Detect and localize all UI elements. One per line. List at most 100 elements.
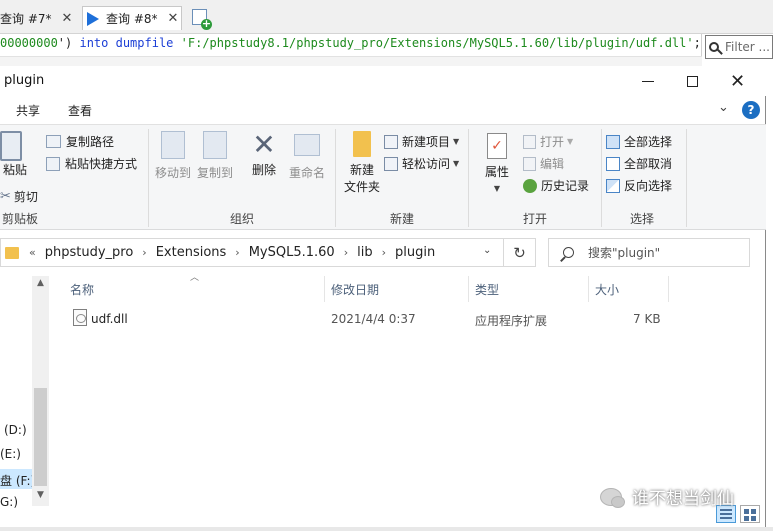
ribbon-group-select: 全部选择 全部取消 反向选择 选择 [602,125,682,231]
edit-label: 编辑 [540,157,565,171]
minimize-button[interactable] [625,66,670,96]
select-none-button[interactable]: 全部取消 [606,155,672,172]
menu-share[interactable]: 共享 [16,102,40,119]
tiles-view-icon[interactable] [740,505,760,523]
maximize-icon [687,75,698,87]
nav-drive-e[interactable]: (E:) [0,447,21,461]
column-divider[interactable] [468,276,469,302]
file-row[interactable]: udf.dll 2021/4/4 0:37 应用程序扩展 7 KB [50,306,766,332]
tab-query-7[interactable]: 查询 #7* ✕ [0,6,80,30]
edit-icon [523,156,536,171]
copy-to-icon [203,131,227,159]
chevron-down-icon[interactable]: ⌄ [483,245,491,256]
breadcrumb-separator[interactable]: › [382,246,386,259]
new-folder-label-2: 文件夹 [343,180,380,194]
paste-shortcut-icon [46,156,60,171]
invert-selection-icon [606,178,620,193]
column-divider[interactable] [324,276,325,302]
tab-query-8[interactable]: 查询 #8* ✕ [82,6,182,30]
ribbon-group-open: ✓ 属性 ▼ 打开 ▼ 编辑 历史记录 打开 [469,125,601,231]
ribbon-group-label-clipboard: 剪贴板 [2,212,39,226]
close-button[interactable]: ✕ [715,66,760,96]
breadcrumb-plugin[interactable]: plugin [395,245,435,260]
move-to-button[interactable]: 移动到 [153,131,193,181]
easy-access-label: 轻松访问 [402,157,451,171]
breadcrumb-extensions[interactable]: Extensions [156,245,227,260]
column-divider[interactable] [668,276,669,302]
nav-scroll-thumb[interactable] [34,388,47,486]
breadcrumb-separator[interactable]: › [142,246,146,259]
breadcrumb-phpstudy-pro[interactable]: phpstudy_pro [45,245,134,260]
address-bar[interactable]: « phpstudy_pro › Extensions › MySQL5.1.6… [0,238,504,267]
menu-view[interactable]: 查看 [68,102,92,119]
new-folder-button[interactable]: 新建 文件夹 [342,131,382,195]
new-query-icon[interactable] [192,9,212,30]
nav-scrollbar[interactable]: ▲ ▼ [32,276,49,506]
select-all-label: 全部选择 [624,135,673,149]
ribbon-group-label-select: 选择 [629,212,654,226]
nav-drive-f[interactable]: 盘 (F:) [0,469,35,489]
file-type: 应用程序扩展 [475,314,548,328]
ribbon-group-clipboard: 粘贴 复制路径 粘贴快捷方式 ✂ 剪切 剪贴板 [0,125,148,231]
help-icon[interactable]: ? [742,101,760,119]
sql-semicolon: ; [693,36,701,50]
column-headers: ︿ 名称 修改日期 类型 大小 [50,273,766,302]
refresh-button[interactable]: ↻ [504,238,536,267]
select-all-button[interactable]: 全部选择 [606,133,672,150]
filter-input[interactable]: Filter ... [705,35,773,59]
column-header-name[interactable]: 名称 [70,281,94,298]
breadcrumb-mysql[interactable]: MySQL5.1.60 [249,245,335,260]
chevron-down-icon: ▼ [453,159,460,168]
column-header-type[interactable]: 类型 [475,281,499,298]
open-button[interactable]: 打开 ▼ [523,133,573,150]
history-button[interactable]: 历史记录 [523,177,589,194]
rename-icon [294,134,320,156]
column-header-size[interactable]: 大小 [595,281,619,298]
paste-shortcut-button[interactable]: 粘贴快捷方式 [46,155,137,172]
scroll-down-icon[interactable]: ▼ [32,490,49,500]
delete-x-icon: ✕ [252,128,276,161]
breadcrumb-separator[interactable]: › [235,246,239,259]
chevron-down-icon[interactable]: ⌄ [718,100,729,115]
close-icon[interactable]: ✕ [168,11,179,26]
delete-button[interactable]: ✕ 删除 [247,129,281,178]
new-item-button[interactable]: 新建项目 ▼ [384,133,459,150]
search-input[interactable]: 搜索"plugin" [548,238,750,267]
paste-button[interactable]: 粘贴 [0,131,30,178]
sort-ascending-icon: ︿ [190,273,200,283]
window-bottom-edge [0,527,773,531]
maximize-button[interactable] [670,66,715,96]
close-icon[interactable]: ✕ [62,11,73,26]
properties-button[interactable]: ✓ 属性 ▼ [479,133,515,194]
cut-button[interactable]: ✂ 剪切 [0,188,38,205]
nav-drive-g[interactable]: G:) [0,495,18,509]
watermark: 谁不想当剑仙 [600,484,734,509]
sql-editor-line[interactable]: 00000000') into dumpfile 'F:/phpstudy8.1… [0,34,702,56]
column-divider[interactable] [588,276,589,302]
nav-drive-d[interactable]: (D:) [4,423,27,437]
invert-selection-button[interactable]: 反向选择 [606,177,672,194]
ribbon-group-new: 新建 文件夹 新建项目 ▼ 轻松访问 ▼ 新建 [336,125,468,231]
chevron-down-icon: ▼ [493,184,501,193]
open-label: 打开 [540,135,565,149]
tab-query-7-label: 查询 #7* [0,11,52,26]
move-to-icon [161,131,185,159]
edit-button[interactable]: 编辑 [523,155,564,172]
copy-path-button[interactable]: 复制路径 [46,133,114,150]
properties-label: 属性 [484,165,509,179]
open-icon [523,134,536,149]
breadcrumb-separator[interactable]: › [344,246,348,259]
copy-to-label: 复制到 [196,166,233,180]
column-header-modified[interactable]: 修改日期 [331,281,379,298]
clipboard-icon [0,131,22,161]
scroll-up-icon[interactable]: ▲ [32,278,49,288]
easy-access-icon [384,156,398,171]
breadcrumb-overflow[interactable]: « [29,246,36,259]
search-placeholder: 搜索"plugin" [588,246,661,260]
copy-to-button[interactable]: 复制到 [195,131,235,181]
sql-string: 'F:/phpstudy8.1/phpstudy_pro/Extensions/… [180,36,694,50]
easy-access-button[interactable]: 轻松访问 ▼ [384,155,459,172]
rename-button[interactable]: 重命名 [287,131,327,181]
breadcrumb-lib[interactable]: lib [357,245,372,260]
sql-horizontal-scrollbar[interactable] [0,56,702,66]
